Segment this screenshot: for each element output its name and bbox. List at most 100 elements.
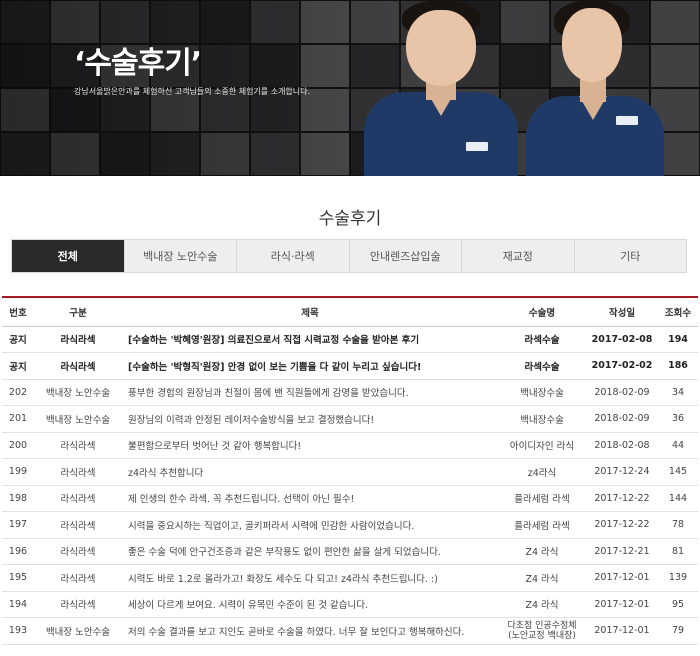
category-cell: 라식라섹 — [34, 564, 122, 592]
title-link[interactable]: 시력을 중요시하는 직업이고, 골키퍼라서 시력에 민감한 사람이었습니다. — [122, 511, 498, 539]
date-cell: 2017-12-01 — [586, 617, 658, 645]
notice-row[interactable]: 공지 라식라섹 [수술하는 '박형직'원장] 안경 없이 보는 기쁨을 다 같이 누… — [2, 352, 698, 380]
surgery-cell: 백내장수술 — [498, 379, 586, 406]
views-cell: 145 — [658, 458, 698, 486]
number-cell: 201 — [2, 405, 34, 433]
number-cell: 202 — [2, 379, 34, 406]
surgery-cell: Z4 라식 — [498, 591, 586, 618]
table-header-row: 번호 구분 제목 수술명 작성일 조회수 — [2, 297, 698, 327]
category-cell: 라식라섹 — [34, 432, 122, 459]
review-board-table: 번호 구분 제목 수술명 작성일 조회수 공지 라식라섹 [수술하는 '박혜영'원장… — [2, 296, 698, 645]
views-cell: 78 — [658, 511, 698, 539]
table-row[interactable]: 199 라식라섹 z4라식 추천합니다 z4라식 2017-12-24 145 — [2, 458, 698, 486]
title-link[interactable]: 저의 수술 결과를 보고 지인도 곧바로 수술을 하였다. 너무 잘 보인다고 … — [122, 617, 498, 645]
category-cell: 라식라섹 — [34, 538, 122, 565]
date-cell: 2017-12-22 — [586, 511, 658, 539]
date-cell: 2017-12-21 — [586, 538, 658, 565]
views-cell: 36 — [658, 405, 698, 433]
table-row[interactable]: 196 라식라섹 좋은 수술 덕에 안구건조증과 같은 부작용도 없이 편안한 삶을… — [2, 538, 698, 565]
category-cell: 백내장 노안수술 — [34, 379, 122, 406]
date-cell: 2017-12-01 — [586, 564, 658, 592]
surgery-cell: 라섹수술 — [498, 352, 586, 380]
table-row[interactable]: 193 백내장 노안수술 저의 수술 결과를 보고 지인도 곧바로 수술을 하였다.… — [2, 617, 698, 645]
date-cell: 2017-02-08 — [586, 326, 658, 353]
number-cell: 200 — [2, 432, 34, 459]
views-cell: 79 — [658, 617, 698, 645]
female-doctor-photo — [524, 0, 664, 176]
table-row[interactable]: 197 라식라섹 시력을 중요시하는 직업이고, 골키퍼라서 시력에 민감한 사람이… — [2, 511, 698, 539]
number-cell: 195 — [2, 564, 34, 592]
number-cell: 194 — [2, 591, 34, 618]
number-cell: 공지 — [2, 326, 34, 353]
title-link[interactable]: z4라식 추천합니다 — [122, 458, 498, 486]
title-link[interactable]: 세상이 다르게 보여요. 시력이 유목민 수준이 된 것 같습니다. — [122, 591, 498, 618]
surgery-cell: 백내장수술 — [498, 405, 586, 433]
date-cell: 2018-02-08 — [586, 432, 658, 459]
surgery-cell: 플라세럼 라섹 — [498, 485, 586, 512]
banner-subtitle: 강남서울밝은안과를 체험하신 고객님들의 소중한 체험기를 소개합니다. — [74, 87, 311, 96]
title-link[interactable]: 원장님의 이력과 안정된 레이저수술방식을 보고 결정했습니다! — [122, 405, 498, 433]
views-cell: 144 — [658, 485, 698, 512]
table-row[interactable]: 194 라식라섹 세상이 다르게 보여요. 시력이 유목민 수준이 된 것 같습니다… — [2, 591, 698, 618]
views-cell: 139 — [658, 564, 698, 592]
category-cell: 라식라섹 — [34, 326, 122, 353]
tab-all[interactable]: 전체 — [12, 240, 124, 272]
date-cell: 2018-02-09 — [586, 379, 658, 406]
page-title: 수술후기 — [318, 209, 382, 229]
header-number: 번호 — [2, 297, 34, 327]
views-cell: 81 — [658, 538, 698, 565]
surgery-cell: 아이디자인 라식 — [498, 432, 586, 459]
number-cell: 193 — [2, 617, 34, 645]
category-cell: 라식라섹 — [34, 352, 122, 380]
date-cell: 2017-12-22 — [586, 485, 658, 512]
category-cell: 백내장 노안수술 — [34, 617, 122, 645]
surgery-cell: Z4 라식 — [498, 538, 586, 565]
views-cell: 44 — [658, 432, 698, 459]
date-cell: 2017-12-24 — [586, 458, 658, 486]
banner-title: ‘수술후기’ — [74, 46, 202, 81]
category-cell: 라식라섹 — [34, 511, 122, 539]
table-row[interactable]: 198 라식라섹 제 인생의 한수 라섹. 꼭 추천드립니다. 선택이 아닌 필수!… — [2, 485, 698, 512]
header-category: 구분 — [34, 297, 122, 327]
date-cell: 2017-12-01 — [586, 591, 658, 618]
table-row[interactable]: 195 라식라섹 시력도 바로 1.2로 올라가고! 화장도 세수도 다 되고! z… — [2, 564, 698, 592]
number-cell: 공지 — [2, 352, 34, 380]
number-cell: 196 — [2, 538, 34, 565]
title-link[interactable]: [수술하는 '박혜영'원장] 의료진으로서 직접 시력교정 수술을 받아본 후기 — [122, 326, 498, 353]
tab-other[interactable]: 기타 — [573, 240, 686, 272]
male-doctor-photo — [362, 0, 520, 176]
category-cell: 백내장 노안수술 — [34, 405, 122, 433]
hero-banner: ‘수술후기’ 강남서울밝은안과를 체험하신 고객님들의 소중한 체험기를 소개합… — [0, 0, 700, 176]
category-cell: 라식라섹 — [34, 591, 122, 618]
surgery-cell: 다초점 인공수정체 (노안교정 백내장) — [498, 617, 586, 645]
category-cell: 라식라섹 — [34, 485, 122, 512]
title-link[interactable]: 풍부한 경험의 원장님과 친절이 몸에 밴 직원들에게 감명을 받았습니다. — [122, 379, 498, 406]
table-row[interactable]: 201 백내장 노안수술 원장님의 이력과 안정된 레이저수술방식을 보고 결정했습… — [2, 405, 698, 433]
surgery-name-line1: 다초점 인공수정체 — [507, 620, 577, 631]
tab-lasik-lasek[interactable]: 라식·라섹 — [236, 240, 349, 272]
table-row[interactable]: 202 백내장 노안수술 풍부한 경험의 원장님과 친절이 몸에 밴 직원들에게 감… — [2, 379, 698, 406]
date-cell: 2017-02-02 — [586, 352, 658, 380]
views-cell: 194 — [658, 326, 698, 353]
notice-row[interactable]: 공지 라식라섹 [수술하는 '박혜영'원장] 의료진으로서 직접 시력교정 수술을 … — [2, 326, 698, 353]
header-surgery: 수술명 — [498, 297, 586, 327]
surgery-cell: 플라세럼 라섹 — [498, 511, 586, 539]
title-link[interactable]: 좋은 수술 덕에 안구건조증과 같은 부작용도 없이 편안한 삶을 살게 되었습… — [122, 538, 498, 565]
title-link[interactable]: 불편함으로부터 벗어난 것 같아 행복합니다! — [122, 432, 498, 459]
tab-cataract-presbyopia[interactable]: 백내장 노안수술 — [123, 240, 236, 272]
date-cell: 2018-02-09 — [586, 405, 658, 433]
title-link[interactable]: 시력도 바로 1.2로 올라가고! 화장도 세수도 다 되고! z4라식 추천드… — [122, 564, 498, 592]
header-title: 제목 — [122, 297, 498, 327]
surgery-cell: z4라식 — [498, 458, 586, 486]
tab-retreatment[interactable]: 재교정 — [461, 240, 574, 272]
views-cell: 95 — [658, 591, 698, 618]
category-tabs: 전체 백내장 노안수술 라식·라섹 안내렌즈삽입술 재교정 기타 — [11, 239, 687, 273]
number-cell: 197 — [2, 511, 34, 539]
header-views: 조회수 — [658, 297, 698, 327]
views-cell: 186 — [658, 352, 698, 380]
tab-icl[interactable]: 안내렌즈삽입술 — [348, 240, 461, 272]
number-cell: 199 — [2, 458, 34, 486]
title-link[interactable]: 제 인생의 한수 라섹. 꼭 추천드립니다. 선택이 아닌 필수! — [122, 485, 498, 512]
title-link[interactable]: [수술하는 '박형직'원장] 안경 없이 보는 기쁨을 다 같이 누리고 싶습니… — [122, 352, 498, 380]
table-row[interactable]: 200 라식라섹 불편함으로부터 벗어난 것 같아 행복합니다! 아이디자인 라식 20… — [2, 432, 698, 459]
